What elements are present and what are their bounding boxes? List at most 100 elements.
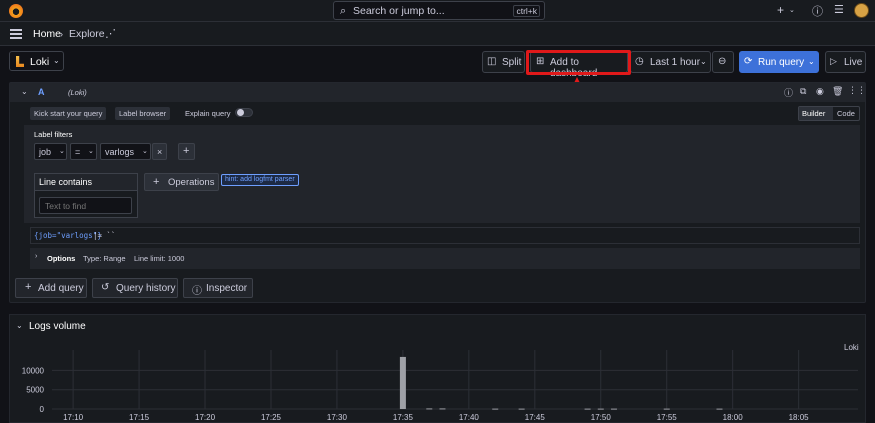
explore-toolbar: Loki ⌄ ◫ Split ⊞ Add to dashboard ◷ Last… xyxy=(0,46,875,79)
line-contains-input[interactable] xyxy=(39,197,132,214)
play-icon: ▷ xyxy=(830,56,837,66)
volume-bar[interactable] xyxy=(399,356,406,409)
duplicate-icon[interactable]: ⧉ xyxy=(800,86,806,97)
volume-bar[interactable] xyxy=(518,408,525,410)
chevron-right-icon: › xyxy=(60,29,63,39)
plus-icon: + xyxy=(183,145,190,157)
label-value-value: varlogs xyxy=(105,147,135,157)
breadcrumb-home[interactable]: Home xyxy=(33,28,61,40)
raw-query-selector: {job="varlogs"} xyxy=(34,231,102,240)
query-options-row[interactable]: › Options Type: Range Line limit: 1000 xyxy=(30,248,860,269)
label-filters-title: Label filters xyxy=(34,130,73,139)
plus-icon[interactable]: + xyxy=(777,3,784,17)
datasource-picker[interactable]: Loki ⌄ xyxy=(9,51,64,71)
help-icon[interactable]: ⓘ xyxy=(784,86,793,99)
logs-volume-panel: ⌄ Logs volume Loki 10000 5000 0 17:10 17:15 1… xyxy=(9,314,866,423)
search-bar[interactable]: ⌕ Search or jump to... ctrl+k xyxy=(333,1,545,20)
add-filter-button[interactable]: + xyxy=(178,143,195,160)
split-button[interactable]: ◫ Split xyxy=(482,51,525,73)
run-query-button[interactable]: ⟳ Run query ⌄ xyxy=(739,51,819,73)
query-datasource-label: (Loki) xyxy=(68,88,87,97)
x-tick-label: 17:15 xyxy=(129,413,150,422)
label-value-select[interactable]: varlogs ⌄ xyxy=(100,143,151,160)
share-icon[interactable]: ⋰ xyxy=(105,27,116,40)
y-tick-label: 5000 xyxy=(26,386,44,395)
label-filters-section: Label filters job ⌄ = ⌄ varlogs ⌄ × + Li… xyxy=(24,125,860,223)
highlight-box xyxy=(526,50,631,75)
query-history-label: Query history xyxy=(116,283,176,294)
split-icon: ◫ xyxy=(487,56,497,67)
time-range-label: Last 1 hour xyxy=(650,57,701,68)
query-ref-id[interactable]: A xyxy=(38,87,45,97)
raw-query-preview: {job="varlogs"} |= `` xyxy=(30,227,860,244)
options-limit: Line limit: 1000 xyxy=(134,254,185,263)
grafana-logo-icon[interactable] xyxy=(9,4,23,18)
logs-volume-chart: 10000 5000 0 17:10 17:15 17:20 17:25 17:30 17:35… xyxy=(22,350,858,422)
mode-builder[interactable]: Builder xyxy=(799,107,833,120)
line-contains-title: Line contains xyxy=(39,177,93,187)
kick-start-button[interactable]: Kick start your query xyxy=(30,107,107,120)
chevron-down-icon[interactable]: ⌄ xyxy=(789,6,795,14)
volume-bar[interactable] xyxy=(663,408,670,410)
query-history-button[interactable]: ↺ Query history xyxy=(92,278,178,298)
line-contains-operation: Line contains xyxy=(34,173,138,218)
x-tick-label: 17:50 xyxy=(591,413,612,422)
top-navigation-bar: ⌕ Search or jump to... ctrl+k + ⌄ ⓘ ☰ xyxy=(0,0,875,22)
chevron-down-icon[interactable]: ⌄ xyxy=(808,57,815,66)
add-query-button[interactable]: + Add query xyxy=(15,278,87,298)
operations-button[interactable]: + Operations xyxy=(144,173,219,191)
volume-bar[interactable] xyxy=(610,408,617,410)
plus-icon: + xyxy=(153,176,160,188)
label-key-select[interactable]: job ⌄ xyxy=(34,143,67,160)
x-tick-label: 18:05 xyxy=(789,413,810,422)
volume-bar[interactable] xyxy=(716,408,723,410)
collapse-chevron-icon[interactable]: ⌄ xyxy=(21,87,28,96)
volume-bar[interactable] xyxy=(492,408,499,410)
zoom-out-button[interactable]: ⊖ xyxy=(712,51,734,73)
x-tick-label: 17:10 xyxy=(63,413,84,422)
y-tick-label: 10000 xyxy=(22,366,45,375)
volume-bar[interactable] xyxy=(597,408,604,410)
mode-code[interactable]: Code xyxy=(837,109,855,118)
loki-logo-icon xyxy=(16,56,24,67)
volume-bar[interactable] xyxy=(426,408,433,410)
hint-badge[interactable]: hint: add logfmt parser xyxy=(221,174,299,186)
search-shortcut: ctrl+k xyxy=(513,5,540,17)
user-avatar[interactable] xyxy=(854,3,869,18)
rss-icon[interactable]: ☰ xyxy=(834,3,844,16)
info-icon: ⓘ xyxy=(192,286,202,297)
x-tick-label: 18:00 xyxy=(723,413,744,422)
clock-icon: ◷ xyxy=(635,56,644,67)
chevron-right-icon: › xyxy=(35,253,38,260)
time-range-picker[interactable]: ◷ Last 1 hour ⌄ xyxy=(630,51,711,73)
x-tick-label: 17:25 xyxy=(261,413,282,422)
trash-icon[interactable]: 🗑 xyxy=(832,86,843,97)
line-contains-header: Line contains xyxy=(35,174,137,191)
explain-query-label: Explain query xyxy=(185,109,231,118)
breadcrumb-bar: Home › Explore ⋰ xyxy=(0,22,875,46)
menu-icon[interactable] xyxy=(10,29,22,41)
chevron-down-icon: ⌄ xyxy=(53,56,60,65)
help-icon[interactable]: ⓘ xyxy=(812,3,823,19)
search-placeholder: Search or jump to... xyxy=(353,5,445,17)
volume-bar[interactable] xyxy=(584,408,591,410)
close-icon: × xyxy=(157,147,163,157)
chevron-down-icon: ⌄ xyxy=(88,148,94,155)
volume-bar[interactable] xyxy=(439,408,446,410)
x-tick-label: 17:20 xyxy=(195,413,216,422)
inspector-button[interactable]: ⓘ Inspector xyxy=(183,278,253,298)
x-tick-label: 17:45 xyxy=(525,413,546,422)
label-browser-button[interactable]: Label browser xyxy=(115,107,171,120)
live-label: Live xyxy=(844,57,863,68)
x-tick-label: 17:55 xyxy=(657,413,678,422)
eye-icon[interactable]: ◉ xyxy=(816,86,824,97)
drag-handle-icon[interactable]: ⋮⋮ xyxy=(848,85,866,96)
remove-filter-button[interactable]: × xyxy=(152,143,167,160)
label-key-value: job xyxy=(39,147,52,157)
x-tick-label: 17:40 xyxy=(459,413,480,422)
label-operator-select[interactable]: = ⌄ xyxy=(70,143,97,160)
plus-icon: + xyxy=(25,281,32,293)
explain-query-toggle[interactable] xyxy=(235,108,253,117)
raw-query-filter: |= `` xyxy=(93,231,116,240)
live-button[interactable]: ▷ Live xyxy=(825,51,866,73)
